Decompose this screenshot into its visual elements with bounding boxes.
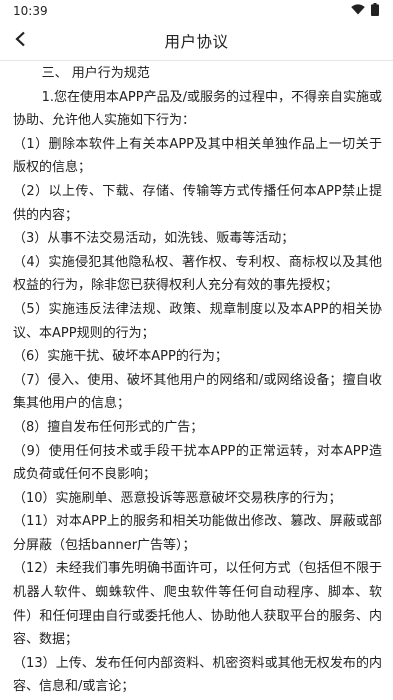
list-item: （10）实施刷单、恶意投诉等恶意破坏交易秩序的行为； bbox=[13, 490, 342, 506]
section-intro: 1.您在使用本APP产品及/或服务的过程中，不得亲自实施或协助、允许他人实施如下… bbox=[13, 89, 382, 129]
list-item: （8）擅自发布任何形式的广告； bbox=[13, 419, 204, 435]
list-item: （6）实施干扰、破坏本APP的行为； bbox=[13, 349, 228, 365]
list-item: （4）实施侵犯其他隐私权、著作权、专利权、商标权以及其他权益的行为，除非您已获得… bbox=[13, 254, 382, 294]
header-divider bbox=[0, 60, 393, 61]
status-icons bbox=[351, 3, 379, 19]
list-item: （1）删除本软件上有关本APP及其中相关单独作品上一切关于版权的信息； bbox=[13, 136, 382, 176]
list-item: （5）实施违反法律法规、政策、规章制度以及本APP的相关协议、本APP规则的行为… bbox=[13, 301, 382, 341]
wifi-icon bbox=[351, 4, 365, 18]
back-arrow-icon bbox=[14, 31, 28, 51]
back-button[interactable] bbox=[6, 26, 36, 56]
agreement-content: 三、 用户行为规范 1.您在使用本APP产品及/或服务的过程中，不得亲自实施或协… bbox=[13, 62, 382, 699]
app-bar: 用户协议 bbox=[0, 22, 393, 60]
list-item: （13）上传、发布任何内部资料、机密资料或其他无权发布的内容、信息和/或言论； bbox=[13, 655, 382, 695]
list-item: （2）以上传、下载、存储、传输等方式传播任何本APP禁止提供的内容； bbox=[13, 183, 382, 223]
page-title: 用户协议 bbox=[164, 33, 229, 51]
battery-icon bbox=[371, 3, 379, 19]
list-item: （11）对本APP上的服务和相关功能做出修改、篡改、屏蔽或部分屏蔽（包括bann… bbox=[13, 514, 382, 553]
status-bar: 10:39 bbox=[0, 0, 393, 22]
list-item: （3）从事不法交易活动，如洗钱、贩毒等活动； bbox=[13, 231, 295, 247]
status-time: 10:39 bbox=[13, 4, 48, 18]
list-item: （9）使用任何技术或手段干扰本APP的正常运转，对本APP造成负荷或任何不良影响… bbox=[13, 443, 382, 483]
list-item: （7）侵入、使用、破坏其他用户的网络和/或网络设备；擅自收集其他用户的信息； bbox=[13, 372, 382, 412]
list-item: （12）未经我们事先明确书面许可，以任何方式（包括但不限于机器人软件、蜘蛛软件、… bbox=[13, 561, 382, 648]
section-heading: 三、 用户行为规范 bbox=[41, 66, 150, 81]
